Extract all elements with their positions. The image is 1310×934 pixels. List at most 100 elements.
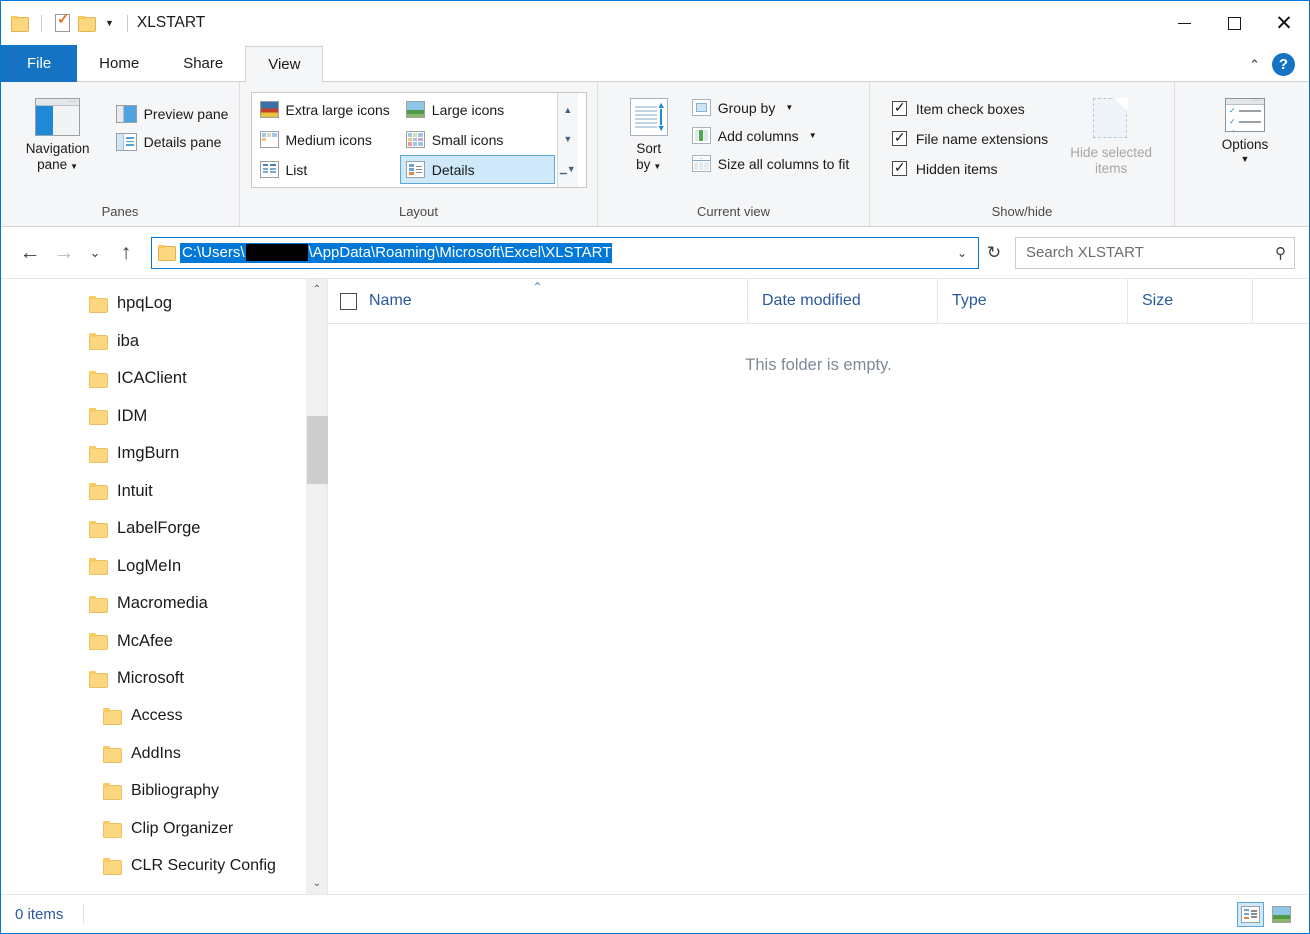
tree-item-partial[interactable]: [1, 885, 306, 894]
large-icons-icon: [405, 101, 425, 118]
add-columns-button[interactable]: Add columns ▼: [688, 122, 856, 149]
details-pane-button[interactable]: Details pane: [112, 128, 235, 155]
tree-item-label: Bibliography: [131, 782, 220, 800]
navigation-pane-scrollbar[interactable]: ⌃ ⌄: [306, 279, 328, 894]
address-input[interactable]: C:\Users\ \AppData\Roaming\Microsoft\Exce…: [151, 236, 979, 269]
file-list[interactable]: This folder is empty.: [328, 324, 1309, 894]
layout-large-icons[interactable]: Large icons: [400, 95, 555, 124]
tree-item-intuit[interactable]: Intuit: [1, 473, 306, 511]
folder-icon[interactable]: [11, 15, 29, 32]
size-all-columns-button[interactable]: ↔ Size all columns to fit: [688, 150, 856, 177]
large-icons-icon: [1272, 905, 1291, 923]
navigation-pane-label-line1: Navigation: [25, 141, 90, 156]
properties-icon[interactable]: [55, 11, 70, 32]
show-hide-group-label: Show/hide: [991, 204, 1053, 219]
tree-item-logmein[interactable]: LogMeIn: [1, 548, 306, 586]
address-dropdown-chevron-down-icon[interactable]: ⌄: [948, 246, 976, 260]
layout-small-icons[interactable]: Small icons: [400, 125, 555, 154]
folder-icon: [89, 633, 108, 651]
recent-locations-chevron-down-icon[interactable]: ⌄: [81, 236, 109, 270]
item-check-boxes-label: Item check boxes: [915, 100, 1025, 117]
search-placeholder: Search XLSTART: [1026, 244, 1144, 261]
tab-view[interactable]: View: [245, 46, 324, 83]
title-divider: [126, 14, 128, 32]
tree-item-addins[interactable]: AddIns: [1, 735, 306, 773]
tree-item-label: McAfee: [117, 631, 173, 650]
size-all-columns-label: Size all columns to fit: [717, 155, 850, 172]
hide-selected-items-button[interactable]: Hide selected items: [1057, 92, 1165, 178]
new-folder-icon[interactable]: [78, 15, 96, 32]
tree-item-macromedia[interactable]: Macromedia: [1, 585, 306, 623]
tree-item-hpqlog[interactable]: hpqLog: [1, 285, 306, 323]
layout-item-label: Small icons: [431, 131, 504, 148]
hide-selected-items-label-line2: items: [1095, 160, 1128, 176]
ribbon-group-current-view: ▲ ▼ Sort by ▼ Group by ▼ Add columns ▼ ↔…: [597, 82, 869, 226]
tree-item-bibliography[interactable]: Bibliography: [1, 773, 306, 811]
close-button[interactable]: ✕: [1259, 1, 1309, 45]
details-pane-icon: [115, 132, 137, 151]
details-view-toggle[interactable]: [1237, 901, 1264, 927]
tree-item-label: IDM: [117, 406, 148, 425]
tree-item-access[interactable]: Access: [1, 698, 306, 736]
scrollbar-track[interactable]: [306, 300, 328, 873]
item-check-boxes-checkbox[interactable]: Item check boxes: [887, 94, 1053, 123]
sort-by-button[interactable]: ▲ ▼ Sort by ▼: [618, 92, 680, 174]
qat-customize-chevron-down-icon[interactable]: ▼: [105, 18, 114, 28]
file-name-extensions-checkbox[interactable]: File name extensions: [887, 124, 1053, 153]
maximize-icon: [1227, 16, 1241, 30]
scroll-down-icon[interactable]: ⌄: [307, 873, 328, 894]
hidden-items-checkbox[interactable]: Hidden items: [887, 154, 1053, 183]
group-by-button[interactable]: Group by ▼: [688, 94, 856, 121]
address-folder-icon: [158, 245, 176, 261]
column-header-filler[interactable]: [1253, 279, 1309, 324]
maximize-button[interactable]: [1209, 1, 1259, 45]
tree-item-iba[interactable]: iba: [1, 323, 306, 361]
tree-item-idm[interactable]: IDM: [1, 398, 306, 436]
column-header-date-modified[interactable]: Date modified: [748, 278, 938, 324]
tab-share[interactable]: Share: [161, 45, 245, 82]
tree-item-icaclient[interactable]: ICAClient: [1, 360, 306, 398]
refresh-button[interactable]: ↻: [979, 237, 1009, 269]
navigation-pane-button[interactable]: ▫▫▫ Navigation pane ▼: [10, 92, 106, 174]
column-header-name[interactable]: ⌃ Name: [328, 278, 748, 324]
tree-item-microsoft[interactable]: Microsoft: [1, 660, 306, 698]
tree-item-clr-security-config[interactable]: CLR Security Config: [1, 848, 306, 886]
sort-by-icon: ▲ ▼: [629, 98, 668, 136]
collapse-ribbon-chevron-up-icon[interactable]: ⌃: [1249, 57, 1260, 73]
scroll-up-icon[interactable]: ⌃: [307, 279, 328, 300]
layout-details[interactable]: Details: [399, 155, 555, 184]
tree-item-mcafee[interactable]: McAfee: [1, 623, 306, 661]
gallery-scroll-up-icon[interactable]: ▲: [563, 106, 572, 115]
up-button[interactable]: ↑: [109, 236, 143, 270]
tree-item-imgburn[interactable]: ImgBurn: [1, 435, 306, 473]
forward-button[interactable]: →: [47, 236, 81, 270]
ribbon-tabstrip: File Home Share View ⌃ ?: [1, 45, 1309, 83]
layout-medium-icons[interactable]: Medium icons: [254, 125, 400, 154]
column-header-type[interactable]: Type: [938, 278, 1128, 324]
help-button[interactable]: ?: [1272, 53, 1295, 76]
tab-file[interactable]: File: [1, 45, 78, 82]
extra-large-icons-icon: [259, 101, 279, 118]
layout-list[interactable]: List: [254, 155, 400, 184]
tree-item-clip-organizer[interactable]: Clip Organizer: [1, 810, 306, 848]
column-header-size[interactable]: Size: [1128, 278, 1253, 324]
scrollbar-thumb[interactable]: [306, 416, 328, 484]
tree-item-labelforge[interactable]: LabelForge: [1, 510, 306, 548]
search-input[interactable]: Search XLSTART ⚲: [1015, 236, 1295, 269]
layout-extra-large-icons[interactable]: Extra large icons: [254, 95, 400, 124]
gallery-more-icon[interactable]: ▁▼: [560, 164, 576, 174]
navigation-pane: hpqLog iba ICAClient IDM ImgBurn Intuit …: [1, 279, 328, 894]
sort-by-chevron-down-icon: ▼: [653, 161, 662, 171]
sort-by-label-line2: by ▼: [636, 156, 662, 172]
options-button[interactable]: ▫▫▫ ✓ ✓ ✓ Options ▼: [1203, 92, 1287, 166]
tab-home[interactable]: Home: [77, 45, 161, 82]
select-all-checkbox[interactable]: [340, 292, 357, 310]
minimize-button[interactable]: [1159, 1, 1209, 45]
preview-pane-button[interactable]: Preview pane: [112, 100, 235, 127]
back-button[interactable]: ←: [13, 236, 47, 270]
gallery-scroll-down-icon[interactable]: ▼: [563, 135, 572, 144]
layout-gallery-scrollbar[interactable]: ▲ ▼ ▁▼: [556, 93, 578, 187]
layout-item-label: Details: [431, 161, 475, 178]
large-icons-view-toggle[interactable]: [1268, 902, 1295, 927]
item-count-label: 0 items: [15, 905, 64, 923]
